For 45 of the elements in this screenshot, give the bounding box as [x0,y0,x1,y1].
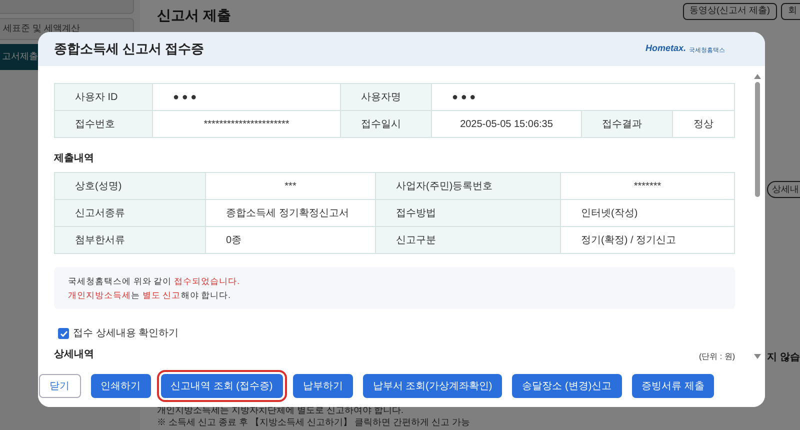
dialog-button[interactable]: 닫기 [38,374,81,398]
table-cell: ● ● ● [153,84,341,111]
table-cell: 0종 [206,227,376,254]
notice-text: 국세청홈택스에 위와 같이 접수되었습니다. [68,275,240,287]
dialog-title: 종합소득세 신고서 접수증 [54,40,204,58]
table-header-cell: 접수번호 [55,111,153,138]
table-header-cell: 접수일시 [341,111,432,138]
table-cell: ********************** [153,111,341,138]
table-header-cell: 접수방법 [376,200,561,227]
header-button[interactable]: 회 [781,2,800,20]
dialog-button[interactable]: 인쇄하기 [90,374,151,398]
dialog-button[interactable]: 증빙서류 제출 [632,374,714,398]
unit-text: (단위 : 원) [699,352,735,362]
scroll-down-icon[interactable] [754,354,760,359]
scroll-up-icon[interactable] [754,74,760,79]
page-title: 신고서 제출 [157,6,231,24]
table-header-cell: 상호(성명) [55,173,206,200]
details-button[interactable]: 상세내 [767,181,800,198]
table-header-cell: 신고서종류 [55,200,206,227]
dialog-button[interactable]: 납부서 조회(가상계좌확인) [362,374,502,398]
table-cell: 종합소득세 정기확정신고서 [206,200,376,227]
table-header-cell: 사용자명 [341,84,432,111]
section-heading: 상세내역 [54,348,94,362]
table-header-cell: 신고구분 [376,227,561,254]
header-button[interactable]: 동영상(신고서 제출) [682,2,777,20]
background-text: 지 않습 [767,352,800,363]
table-cell: 인터넷(작성) [561,200,735,227]
notice-text: ※ 소득세 신고 종료 후 【지방소득세 신고하기】 클릭하면 간편하게 신고 가능 [157,416,472,428]
table-cell: ******* [561,173,735,200]
table-header-cell: 접수결과 [582,111,673,138]
table-cell: 정기(확정) / 정기신고 [561,227,735,254]
dialog-button[interactable]: 신고내역 조회 (접수증) [160,374,283,398]
section-heading: 제출내역 [54,152,95,166]
table-header-cell: 사업자(주민)등록번호 [376,173,561,200]
table-cell: 정상 [673,111,735,138]
notice-text: 개인지방소득세 는 별도 신고해야 합니다. [68,289,232,301]
table-header-cell: 첨부한서류 [55,227,206,254]
table-header-cell: 사용자 ID [55,84,153,111]
table-cell: ● ● ● [432,84,735,111]
dialog-button[interactable]: 송달장소 (변경)신고 [512,374,622,398]
table-cell: *** [206,173,376,200]
checkbox-label: 접수 상세내용 확인하기 [73,327,179,341]
checkbox[interactable] [58,328,69,339]
dialog-button[interactable]: 납부하기 [292,374,353,398]
table-cell: 2025-05-05 15:06:35 [432,111,582,138]
